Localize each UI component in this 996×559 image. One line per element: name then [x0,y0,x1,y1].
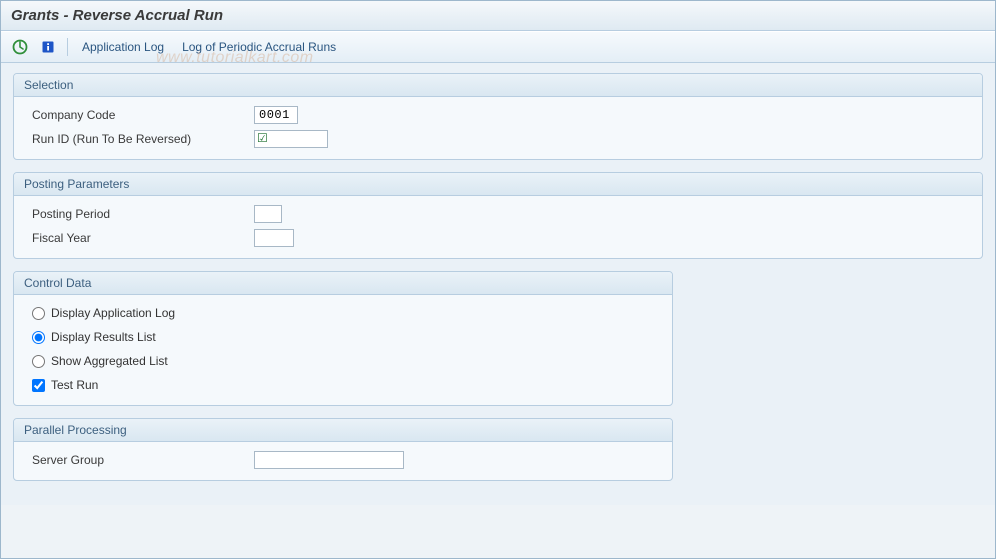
run-id-label: Run ID (Run To Be Reversed) [24,132,254,146]
content-area: Selection Company Code Run ID (Run To Be… [1,63,995,505]
radio-display-results-label: Display Results List [51,330,156,344]
group-parallel-header: Parallel Processing [14,419,672,442]
info-icon[interactable] [37,36,59,58]
checkbox-test-run[interactable] [32,379,45,392]
radio-display-app-log[interactable] [32,307,45,320]
run-id-input[interactable] [254,130,328,148]
application-log-button[interactable]: Application Log [76,37,170,57]
toolbar-separator [67,38,68,56]
posting-period-label: Posting Period [24,207,254,221]
radio-display-results[interactable] [32,331,45,344]
radio-show-aggregated[interactable] [32,355,45,368]
checkbox-test-run-label: Test Run [51,378,98,392]
group-selection: Selection Company Code Run ID (Run To Be… [13,73,983,160]
group-parallel-processing: Parallel Processing Server Group [13,418,673,481]
group-posting-header: Posting Parameters [14,173,982,196]
execute-icon[interactable] [9,36,31,58]
window-title: Grants - Reverse Accrual Run [11,7,223,24]
company-code-input[interactable] [254,106,298,124]
server-group-input[interactable] [254,451,404,469]
server-group-label: Server Group [24,453,254,467]
group-control-data: Control Data Display Application Log Dis… [13,271,673,406]
group-posting-parameters: Posting Parameters Posting Period Fiscal… [13,172,983,259]
radio-display-app-log-label: Display Application Log [51,306,175,320]
fiscal-year-input[interactable] [254,229,294,247]
application-toolbar: Application Log Log of Periodic Accrual … [1,31,995,63]
group-control-header: Control Data [14,272,672,295]
posting-period-input[interactable] [254,205,282,223]
periodic-log-button[interactable]: Log of Periodic Accrual Runs [176,37,342,57]
window-title-bar: Grants - Reverse Accrual Run [1,1,995,31]
company-code-label: Company Code [24,108,254,122]
fiscal-year-label: Fiscal Year [24,231,254,245]
group-selection-header: Selection [14,74,982,97]
radio-show-aggregated-label: Show Aggregated List [51,354,168,368]
